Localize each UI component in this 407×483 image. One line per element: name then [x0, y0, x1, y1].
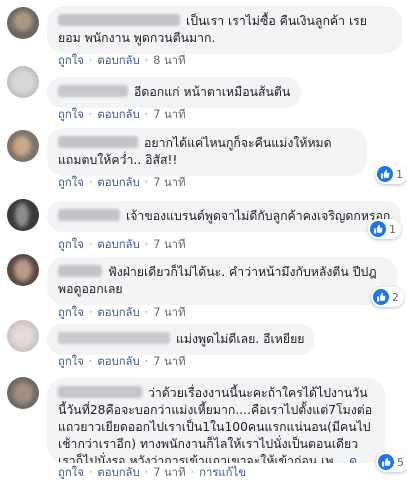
like-thumb-icon: [373, 289, 389, 305]
like-thumb-icon: [378, 454, 394, 470]
comment-time[interactable]: 7 นาที: [153, 108, 185, 121]
separator-dot: ·: [88, 306, 93, 319]
reply-link[interactable]: ตอบกลับ: [97, 355, 139, 368]
reply-link[interactable]: ตอบกลับ: [97, 306, 139, 319]
comment-text: แม่งพูดไม่ดีเลย. อีเหยียย: [176, 332, 305, 346]
reaction-count: 1: [389, 222, 396, 236]
author-name-redacted[interactable]: [58, 136, 138, 148]
avatar[interactable]: [7, 254, 39, 286]
comment-actions: ถูกใจ · ตอบกลับ · 7 นาที: [58, 108, 186, 122]
separator-dot: ·: [144, 355, 149, 368]
separator-dot: ·: [88, 176, 93, 189]
comment-time[interactable]: 7 นาที: [153, 306, 185, 319]
author-name-redacted[interactable]: [58, 265, 102, 277]
separator-dot: ·: [144, 108, 149, 121]
separator-dot: ·: [190, 466, 195, 479]
like-thumb-icon: [370, 221, 386, 237]
separator-dot: ·: [144, 176, 149, 189]
comment-actions: ถูกใจ · ตอบกลับ · 8 นาที: [58, 54, 186, 68]
reaction-summary[interactable]: 1: [368, 219, 401, 239]
comment-bubble: อยากได้แค่ไหนกูก็จะคืนแม่งให้หมด แถมตบให…: [47, 128, 367, 176]
comment-text: อีดอกแก่ หน้าตาเหมือนส้นตีน: [134, 85, 291, 99]
reaction-summary[interactable]: 5: [376, 452, 407, 472]
comment-actions: ถูกใจ · ตอบกลับ · 7 นาที: [58, 355, 186, 369]
avatar[interactable]: [7, 199, 39, 231]
like-link[interactable]: ถูกใจ: [58, 176, 84, 189]
comment-time[interactable]: 7 นาที: [153, 355, 185, 368]
comment-time[interactable]: 8 นาที: [153, 54, 185, 67]
author-name-redacted[interactable]: [58, 209, 120, 221]
comment-time[interactable]: 7 นาที: [153, 466, 185, 479]
comment-bubble: เจ้าของแบรนด์พูดจาไม่ดีกับลูกค้าคงเจริญด…: [47, 201, 402, 232]
comment-time[interactable]: 7 นาที: [153, 238, 185, 251]
reply-link[interactable]: ตอบกลับ: [97, 466, 139, 479]
like-link[interactable]: ถูกใจ: [58, 238, 84, 251]
author-name-redacted[interactable]: [58, 85, 128, 97]
comment-actions: ถูกใจ · ตอบกลับ · 7 นาที: [58, 306, 186, 320]
separator-dot: ·: [88, 108, 93, 121]
avatar[interactable]: [7, 320, 39, 352]
reply-link[interactable]: ตอบกลับ: [97, 176, 139, 189]
comment-bubble: แม่งพูดไม่ดีเลย. อีเหยียย: [47, 324, 316, 355]
comment-text: ฟังฝ่ายเดียวก็ไม่ได้นะ. คำว่าหน้ามึงกับห…: [58, 265, 377, 296]
separator-dot: ·: [88, 238, 93, 251]
reaction-summary[interactable]: 1: [375, 164, 407, 184]
reply-link[interactable]: ตอบกลับ: [97, 108, 139, 121]
author-name-redacted[interactable]: [58, 386, 142, 398]
like-link[interactable]: ถูกใจ: [58, 108, 84, 121]
avatar[interactable]: [7, 66, 39, 98]
separator-dot: ·: [88, 466, 93, 479]
separator-dot: ·: [88, 355, 93, 368]
like-link[interactable]: ถูกใจ: [58, 355, 84, 368]
separator-dot: ·: [88, 54, 93, 67]
avatar[interactable]: [7, 7, 39, 39]
reply-link[interactable]: ตอบกลับ: [97, 54, 139, 67]
separator-dot: ·: [144, 238, 149, 251]
comment-actions: ถูกใจ · ตอบกลับ · 7 นาที: [58, 238, 186, 252]
comment-bubble: ว่าด้วยเรื่องงานนี้นะคะถ้าใครได้ไปงานวัน…: [47, 378, 385, 463]
like-link[interactable]: ถูกใจ: [58, 466, 84, 479]
author-name-redacted[interactable]: [58, 332, 170, 344]
separator-dot: ·: [144, 306, 149, 319]
reaction-count: 5: [397, 455, 404, 469]
like-thumb-icon: [377, 166, 393, 182]
reaction-count: 2: [392, 290, 399, 304]
comment-text: เจ้าของแบรนด์พูดจาไม่ดีกับลูกค้าคงเจริญด…: [126, 209, 391, 223]
comment-time[interactable]: 7 นาที: [153, 176, 185, 189]
author-name-redacted[interactable]: [58, 14, 180, 26]
comment-bubble: อีดอกแก่ หน้าตาเหมือนส้นตีน: [47, 77, 302, 108]
comment-actions: ถูกใจ · ตอบกลับ · 7 นาที: [58, 176, 186, 190]
separator-dot: ·: [144, 466, 149, 479]
like-link[interactable]: ถูกใจ: [58, 306, 84, 319]
reaction-count: 1: [396, 167, 403, 181]
comment-actions: ถูกใจ · ตอบกลับ · 7 นาที · การแก้ไข: [58, 466, 246, 480]
reaction-summary[interactable]: 2: [371, 287, 404, 307]
edited-link[interactable]: การแก้ไข: [199, 466, 246, 479]
avatar[interactable]: [7, 130, 39, 162]
comment-bubble: เป็นเรา เราไม่ซื้อ คืนเงินลูกค้า เรย ยอม…: [47, 6, 402, 54]
like-link[interactable]: ถูกใจ: [58, 54, 84, 67]
avatar[interactable]: [7, 377, 39, 409]
comment-bubble: ฟังฝ่ายเดียวก็ไม่ได้นะ. คำว่าหน้ามึงกับห…: [47, 257, 397, 305]
reply-link[interactable]: ตอบกลับ: [97, 238, 139, 251]
separator-dot: ·: [144, 54, 149, 67]
